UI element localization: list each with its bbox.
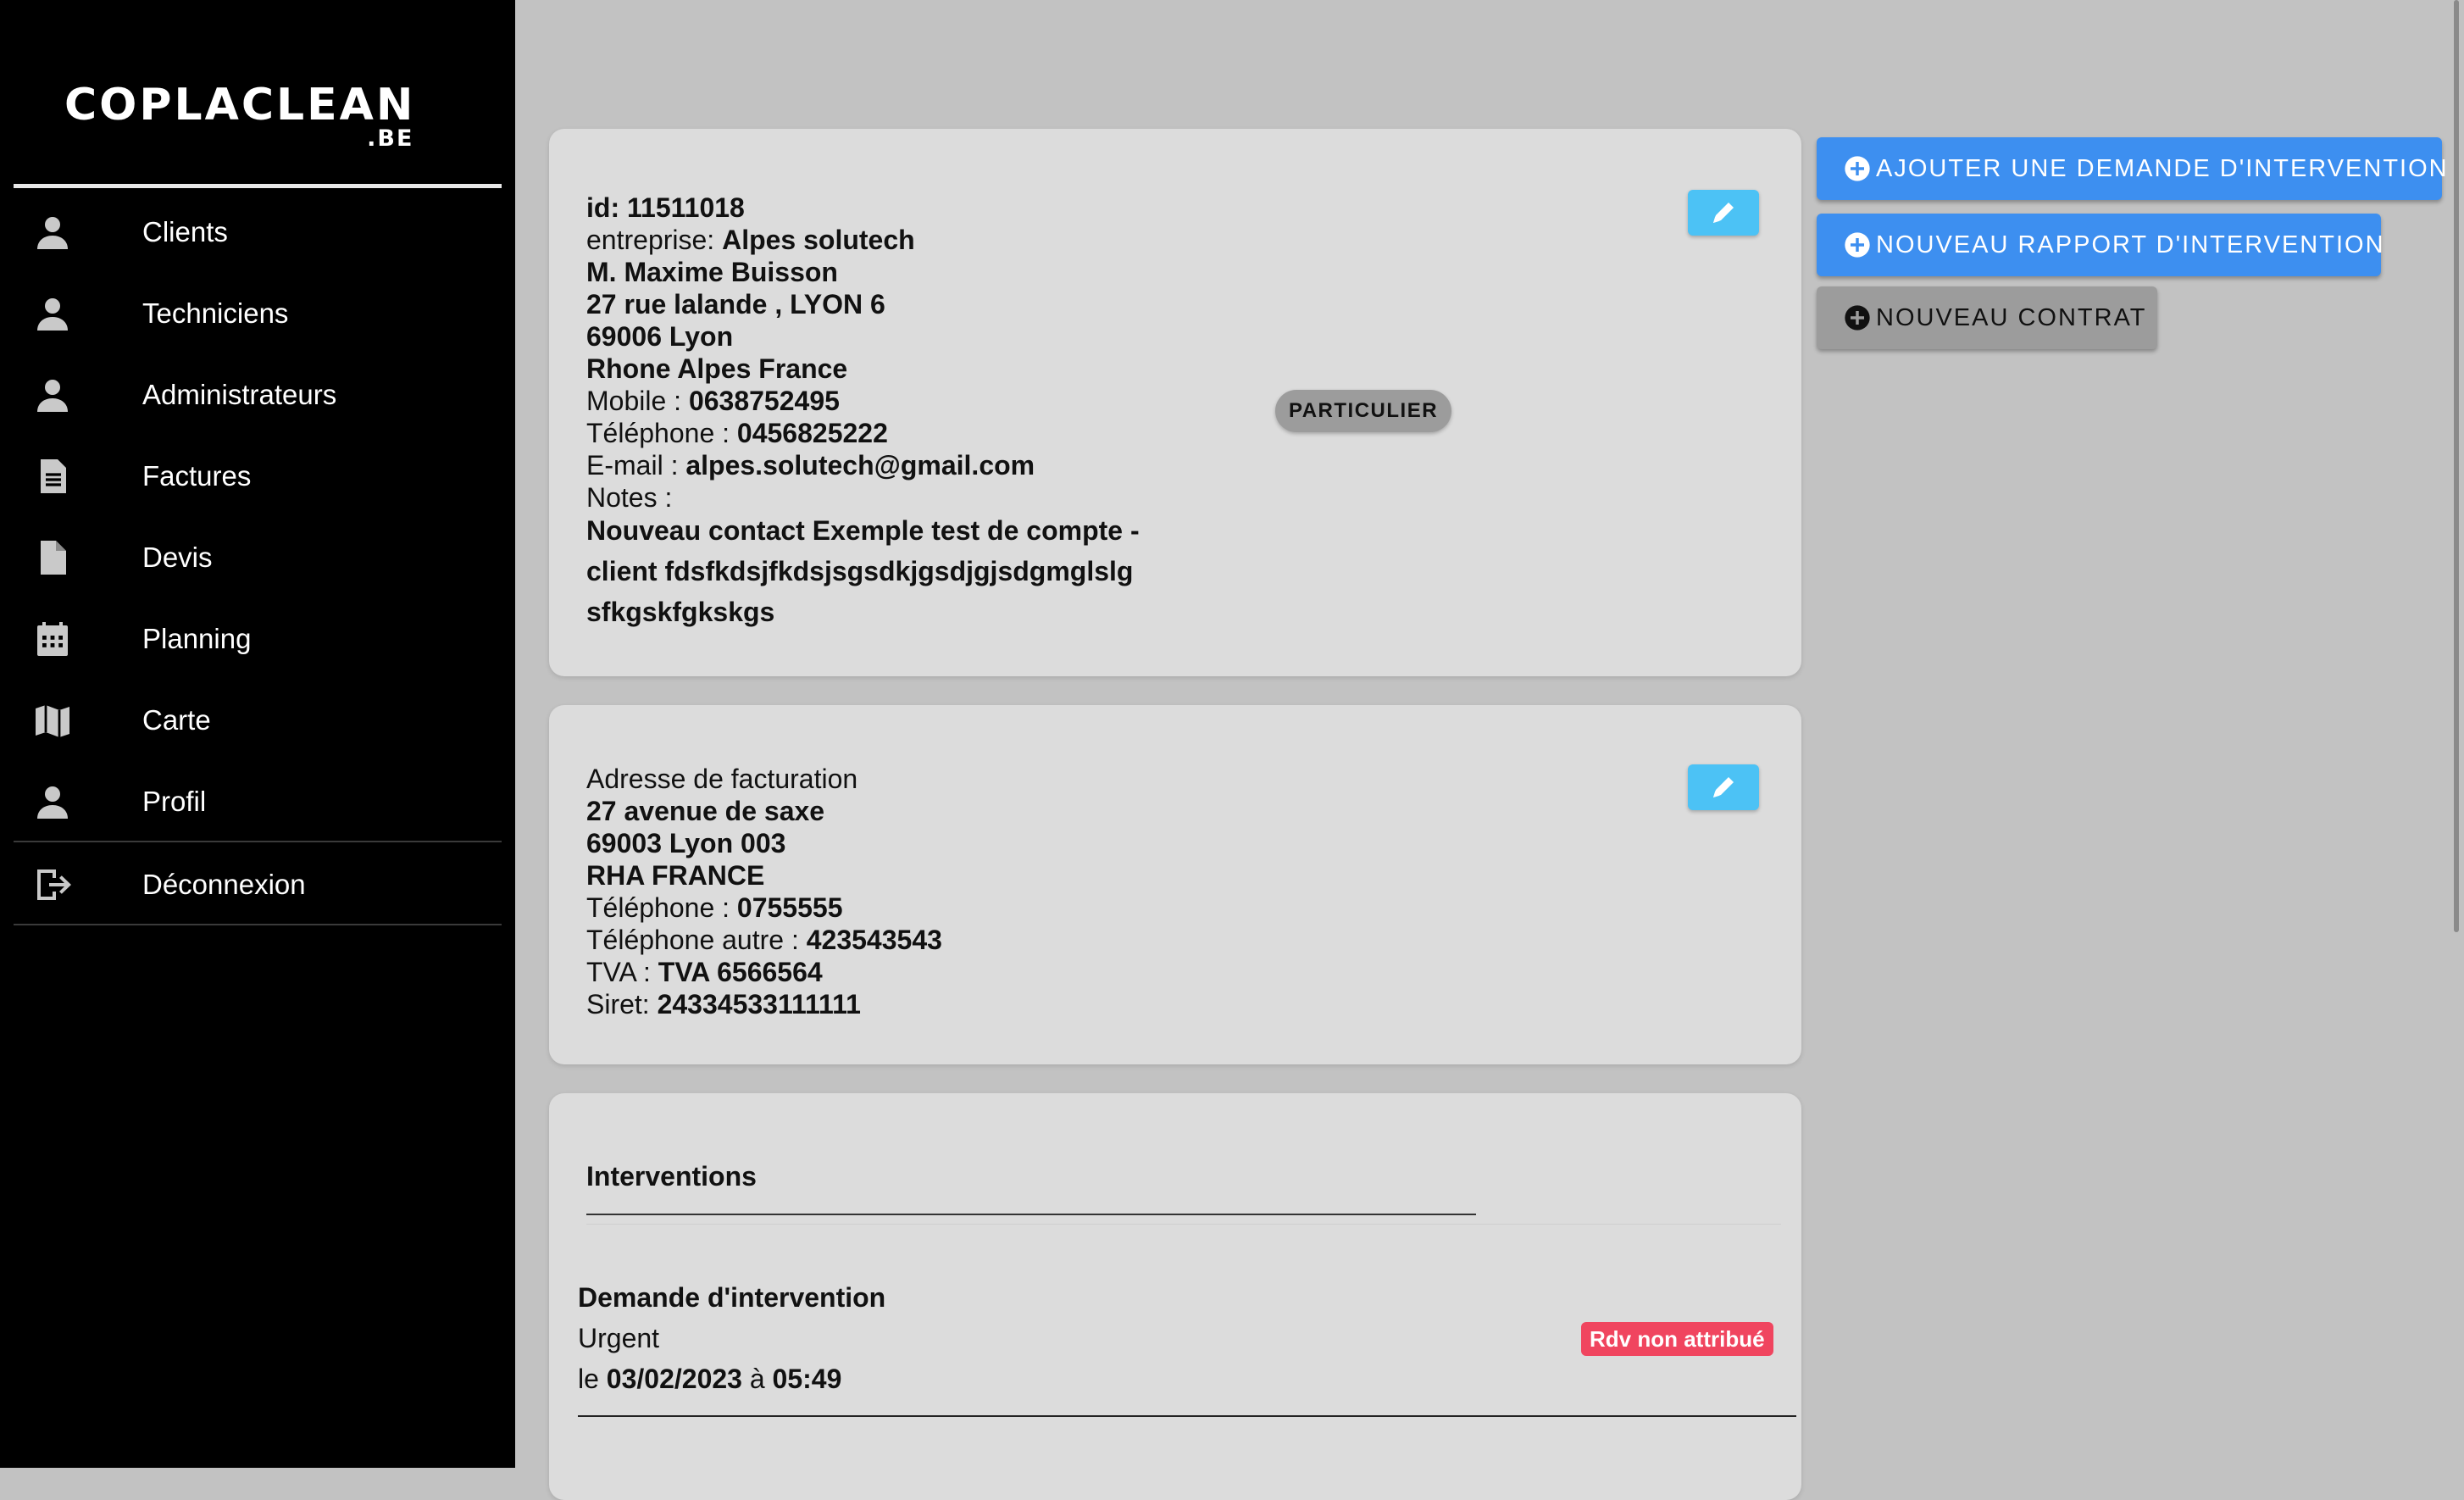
sidebar-item-label: Planning: [142, 623, 252, 654]
client-address-line-1: 27 rue lalande , LYON 6: [586, 289, 885, 319]
client-company: Alpes solutech: [722, 225, 915, 255]
billing-siret: 24334533111111: [657, 989, 861, 1019]
client-notes: Nouveau contact Exemple test de compte -…: [586, 515, 1140, 627]
client-type-chip: PARTICULIER: [1275, 390, 1452, 432]
intervention-separator: [578, 1415, 1796, 1417]
client-notes-label: Notes :: [586, 482, 673, 513]
person-icon: [37, 380, 68, 412]
sidebar-item-planning[interactable]: Planning: [14, 600, 502, 678]
client-address-line-3: Rhone Alpes France: [586, 353, 848, 384]
client-id: 11511018: [626, 192, 745, 223]
sidebar-divider: [14, 924, 502, 925]
sidebar-item-label: Techniciens: [142, 297, 289, 329]
edit-billing-button[interactable]: [1688, 764, 1759, 810]
intervention-date-line: le 03/02/2023 à 05:49: [578, 1364, 842, 1394]
add-intervention-request-button[interactable]: AJOUTER UNE DEMANDE D'INTERVENTION: [1817, 137, 2447, 200]
sidebar-item-administrateurs[interactable]: Administrateurs: [14, 356, 502, 434]
new-intervention-report-label: NOUVEAU RAPPORT D'INTERVENTION: [1876, 231, 2385, 258]
intervention-title[interactable]: Demande d'intervention: [578, 1281, 885, 1314]
sidebar-item-label: Devis: [142, 542, 213, 573]
brand-name: COPLACLEAN: [64, 80, 416, 131]
sidebar-item-label: Factures: [142, 460, 252, 492]
sidebar-item-carte[interactable]: Carte: [14, 681, 502, 759]
billing-card: Adresse de facturation 27 avenue de saxe…: [549, 705, 1801, 1064]
billing-phone-line: Téléphone : 0755555: [586, 892, 843, 923]
sidebar-item-label: Clients: [142, 216, 228, 247]
plus-circle-icon: [1845, 156, 1870, 181]
sidebar-item-clients[interactable]: Clients: [14, 193, 502, 271]
billing-address-line-2: 69003 Lyon 003: [586, 828, 786, 858]
client-name: M. Maxime Buisson: [586, 257, 838, 287]
sidebar-item-techniciens[interactable]: Techniciens: [14, 275, 502, 353]
billing-tva-line: TVA : TVA 6566564: [586, 957, 823, 987]
sidebar-item-devis[interactable]: Devis: [14, 519, 502, 597]
sidebar-item-label: Profil: [142, 786, 207, 817]
brand-suffix: .BE: [367, 125, 414, 152]
client-email: alpes.solutech@gmail.com: [685, 450, 1035, 481]
document-icon: [41, 459, 66, 493]
billing-phone-other-line: Téléphone autre : 423543543: [586, 925, 942, 955]
logo-divider: [14, 184, 502, 188]
billing-address-line-3: RHA FRANCE: [586, 860, 765, 891]
interventions-card: Interventions Demande d'intervention Urg…: [549, 1093, 1801, 1500]
client-phone-line: Téléphone : 0456825222: [586, 418, 888, 448]
pencil-icon: [1713, 777, 1734, 797]
client-phone: 0456825222: [736, 418, 888, 448]
billing-phone: 0755555: [736, 892, 843, 923]
sidebar-item-profil[interactable]: Profil: [14, 763, 502, 841]
interventions-title-underline: [586, 1214, 1476, 1215]
calendar-icon: [37, 622, 68, 656]
billing-address-line-1: 27 avenue de saxe: [586, 796, 825, 826]
billing-siret-line: Siret: 24334533111111: [586, 989, 861, 1019]
billing-tva: TVA 6566564: [658, 957, 823, 987]
logout-icon: [37, 869, 71, 900]
brand-logo[interactable]: COPLACLEAN .BE: [64, 80, 416, 152]
client-id-line: id: 11511018: [586, 192, 745, 223]
person-icon: [37, 298, 68, 331]
sidebar-item-factures[interactable]: Factures: [14, 437, 502, 515]
sidebar: COPLACLEAN .BE Clients Techniciens Admin…: [0, 0, 515, 1468]
billing-phone-other: 423543543: [806, 925, 942, 955]
plus-circle-icon: [1845, 232, 1870, 258]
intervention-priority: Urgent: [578, 1323, 660, 1353]
new-intervention-report-button[interactable]: NOUVEAU RAPPORT D'INTERVENTION: [1817, 214, 2384, 276]
client-address-line-2: 69006 Lyon: [586, 321, 734, 352]
plus-circle-icon: [1845, 305, 1870, 331]
client-company-line: entreprise: Alpes solutech: [586, 225, 915, 255]
intervention-time: 05:49: [772, 1364, 842, 1394]
sidebar-item-logout[interactable]: Déconnexion: [14, 846, 502, 924]
client-email-line: E-mail : alpes.solutech@gmail.com: [586, 450, 1035, 481]
sidebar-item-label: Carte: [142, 704, 211, 736]
client-card: id: 11511018 entreprise: Alpes solutech …: [549, 129, 1801, 676]
page-scrollbar[interactable]: [2454, 0, 2459, 932]
file-icon: [41, 541, 66, 575]
intervention-date: 03/02/2023: [606, 1364, 742, 1394]
sidebar-item-label: Déconnexion: [142, 869, 306, 900]
map-icon: [36, 705, 69, 737]
person-icon: [37, 786, 68, 819]
sidebar-divider: [14, 841, 502, 842]
client-mobile: 0638752495: [688, 386, 840, 416]
new-contract-button[interactable]: NOUVEAU CONTRAT: [1817, 286, 2157, 349]
pencil-icon: [1713, 203, 1734, 223]
new-contract-label: NOUVEAU CONTRAT: [1876, 304, 2147, 331]
status-badge: Rdv non attribué: [1581, 1322, 1773, 1356]
client-mobile-line: Mobile : 0638752495: [586, 386, 840, 416]
person-icon: [37, 217, 68, 249]
interventions-divider: [586, 1224, 1781, 1225]
billing-title: Adresse de facturation: [586, 764, 858, 794]
interventions-title: Interventions: [586, 1161, 757, 1192]
sidebar-item-label: Administrateurs: [142, 379, 337, 410]
edit-client-button[interactable]: [1688, 190, 1759, 236]
add-intervention-request-label: AJOUTER UNE DEMANDE D'INTERVENTION: [1876, 155, 2449, 182]
